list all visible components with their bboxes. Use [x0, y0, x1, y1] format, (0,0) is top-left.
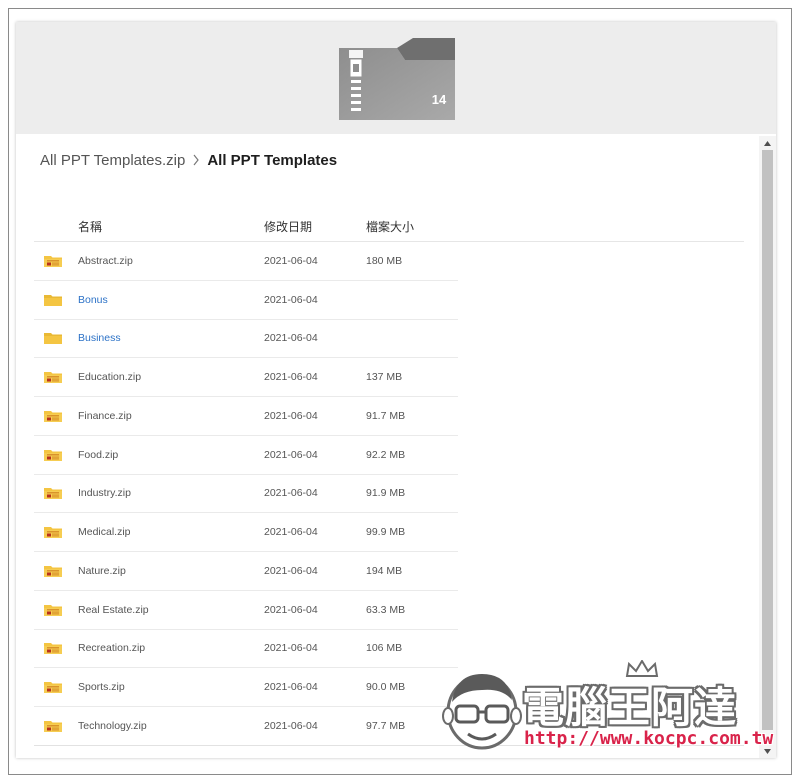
column-header-size[interactable]: 檔案大小 [366, 218, 458, 235]
file-name: Real Estate.zip [78, 603, 149, 616]
modified-date: 2021-06-04 [264, 603, 318, 616]
scrollbar-thumb[interactable] [762, 150, 773, 730]
modified-date: 2021-06-04 [264, 642, 318, 655]
file-size: 194 MB [366, 564, 403, 577]
zip-file-icon [34, 565, 78, 577]
file-row[interactable]: Finance.zip 2021-06-04 91.7 MB [34, 397, 458, 436]
file-size: 91.7 MB [366, 409, 406, 422]
file-size: 106 MB [366, 642, 403, 655]
modified-date: 2021-06-04 [264, 681, 318, 694]
modified-date: 2021-06-04 [264, 487, 318, 500]
folder-row[interactable]: Business 2021-06-04 [34, 320, 458, 359]
zip-file-icon [34, 410, 78, 422]
breadcrumb-parent-link[interactable]: All PPT Templates.zip [40, 152, 185, 169]
file-name: Industry.zip [78, 487, 131, 500]
folder-icon [34, 294, 78, 306]
modified-date: 2021-06-04 [264, 254, 318, 267]
folder-row[interactable]: Bonus 2021-06-04 [34, 281, 458, 320]
scroll-up-arrow-icon[interactable] [759, 136, 776, 150]
breadcrumb: All PPT Templates.zip All PPT Templates [40, 150, 337, 170]
modified-date: 2021-06-04 [264, 371, 318, 384]
file-size: 91.9 MB [366, 487, 406, 500]
file-name: Recreation.zip [78, 642, 146, 655]
zip-file-icon [34, 371, 78, 384]
folder-name-link[interactable]: Business [78, 332, 264, 344]
watermark-title: 電腦王阿達 [522, 683, 738, 732]
modified-date: 2021-06-04 [264, 448, 318, 461]
zip-file-icon [34, 255, 78, 267]
modified-date: 2021-06-04 [264, 332, 318, 345]
file-row[interactable]: Industry.zip 2021-06-04 91.9 MB [34, 475, 458, 514]
file-row[interactable]: Medical.zip 2021-06-04 99.9 MB [34, 513, 458, 552]
file-viewer-window: 14 All PPT Templates.zip All PPT Templat… [16, 22, 776, 758]
file-row[interactable]: Food.zip 2021-06-04 92.2 MB [34, 436, 458, 475]
zip-file-icon [34, 526, 78, 539]
chevron-right-icon [185, 150, 207, 170]
file-row[interactable]: Real Estate.zip 2021-06-04 63.3 MB [34, 591, 458, 630]
file-name: Medical.zip [78, 526, 131, 539]
modified-date: 2021-06-04 [264, 564, 318, 577]
preview-header: 14 [16, 22, 776, 134]
file-name: Nature.zip [78, 564, 126, 577]
file-size: 99.9 MB [366, 526, 406, 539]
file-size: 137 MB [366, 371, 403, 384]
file-name: Technology.zip [78, 719, 147, 732]
modified-date: 2021-06-04 [264, 409, 318, 422]
modified-date: 2021-06-04 [264, 719, 318, 732]
folder-name-link[interactable]: Bonus [78, 294, 264, 306]
zip-file-icon [34, 681, 78, 694]
file-name: Sports.zip [78, 681, 125, 694]
zip-file-icon [34, 720, 78, 732]
mascot-face-icon [442, 666, 522, 752]
zip-archive-icon: 14 [339, 38, 455, 120]
file-name: Food.zip [78, 448, 119, 461]
modified-date: 2021-06-04 [264, 526, 318, 539]
file-row[interactable]: Nature.zip 2021-06-04 194 MB [34, 552, 458, 591]
folder-icon [34, 332, 78, 345]
column-header-row: 名稱 修改日期 檔案大小 [34, 212, 744, 242]
watermark-url: http://www.kocpc.com.tw [524, 728, 774, 749]
file-size: 92.2 MB [366, 448, 406, 461]
modified-date: 2021-06-04 [264, 293, 318, 306]
archive-item-count: 14 [431, 92, 447, 107]
file-size: 180 MB [366, 254, 403, 267]
breadcrumb-current: All PPT Templates [207, 151, 338, 169]
file-row[interactable]: Sports.zip 2021-06-04 90.0 MB [34, 668, 458, 707]
file-size: 63.3 MB [366, 603, 406, 616]
file-row[interactable]: Education.zip 2021-06-04 137 MB [34, 358, 458, 397]
zip-file-icon [34, 604, 78, 616]
file-name: Finance.zip [78, 409, 132, 422]
zip-file-icon [34, 487, 78, 500]
column-header-name[interactable]: 名稱 [78, 218, 264, 235]
file-name: Abstract.zip [78, 254, 133, 267]
zip-file-icon [34, 449, 78, 461]
zip-file-icon [34, 642, 78, 655]
watermark: 電腦王阿達 http://www.kocpc.com.tw [442, 660, 773, 757]
file-row[interactable]: Abstract.zip 2021-06-04 180 MB [34, 242, 458, 281]
file-row[interactable]: Recreation.zip 2021-06-04 106 MB [34, 630, 458, 669]
column-header-date[interactable]: 修改日期 [264, 218, 366, 235]
file-name: Education.zip [78, 371, 142, 384]
